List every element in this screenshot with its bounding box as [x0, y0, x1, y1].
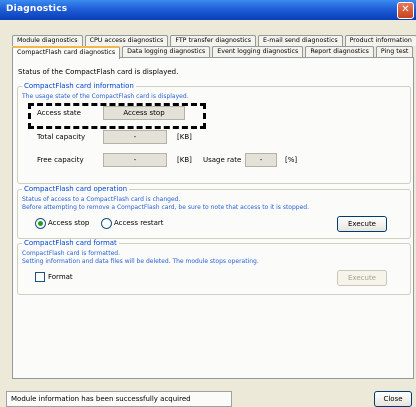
tab-event-logging-diagnostics[interactable]: Event logging diagnostics — [212, 46, 304, 57]
tab-cpu-access-diagnostics[interactable]: CPU access diagnostics — [84, 35, 169, 46]
access-stop-label[interactable]: Access stop — [48, 219, 89, 227]
operation-execute-button[interactable]: Execute — [337, 216, 387, 232]
access-stop-radio[interactable] — [35, 218, 46, 229]
card-operation-desc-1: Status of access to a CompactFlash card … — [22, 196, 181, 203]
format-checkbox[interactable] — [35, 272, 45, 282]
tab-row-1: Module diagnostics CPU access diagnostic… — [12, 35, 416, 46]
tab-email-send-diagnostics[interactable]: E-mail send diagnostics — [258, 35, 343, 46]
access-state-value: Access stop — [103, 106, 185, 120]
card-format-desc-2: Setting information and data files will … — [22, 258, 259, 265]
tab-row-2: CompactFlash card diagnostics Data loggi… — [12, 46, 415, 59]
tab-module-diagnostics[interactable]: Module diagnostics — [12, 35, 83, 46]
total-capacity-label: Total capacity — [37, 133, 86, 141]
format-execute-button[interactable]: Execute — [337, 270, 387, 286]
tab-product-information[interactable]: Product information — [344, 35, 416, 46]
card-format-desc-1: CompactFlash card is formatted. — [22, 250, 121, 257]
tab-compactflash-card-diagnostics[interactable]: CompactFlash card diagnostics — [12, 46, 121, 59]
window-title: Diagnostics — [6, 4, 68, 14]
tab-data-logging-diagnostics[interactable]: Data logging diagnostics — [122, 46, 211, 57]
card-format-group: CompactFlash card format — [17, 239, 411, 295]
title-bar: Diagnostics ✕ — [0, 0, 416, 21]
format-checkbox-label[interactable]: Format — [48, 273, 73, 281]
card-info-legend: CompactFlash card information — [24, 82, 134, 90]
tab-report-diagnostics[interactable]: Report diagnostics — [305, 46, 374, 57]
access-restart-radio[interactable] — [101, 218, 112, 229]
tab-ping-test[interactable]: Ping test — [375, 46, 414, 57]
panel-status-text: Status of the CompactFlash card is displ… — [18, 68, 179, 76]
window-close-button[interactable]: ✕ — [397, 2, 414, 19]
total-capacity-unit: [KB] — [177, 133, 192, 141]
usage-rate-unit: [%] — [285, 156, 298, 164]
close-icon: ✕ — [401, 4, 410, 15]
access-restart-label[interactable]: Access restart — [114, 219, 164, 227]
card-operation-desc-2: Before attempting to remove a CompactFla… — [22, 204, 310, 211]
card-operation-legend: CompactFlash card operation — [24, 185, 128, 193]
free-capacity-label: Free capacity — [37, 156, 84, 164]
dialog-body: Module diagnostics CPU access diagnostic… — [0, 20, 416, 407]
tab-panel: Status of the CompactFlash card is displ… — [12, 57, 414, 379]
usage-rate-value: - — [245, 153, 277, 167]
total-capacity-value: - — [103, 130, 167, 144]
free-capacity-value: - — [103, 153, 167, 167]
card-info-description: The usage state of the CompactFlash card… — [22, 93, 189, 100]
usage-rate-label: Usage rate — [203, 156, 242, 164]
access-state-label: Access state — [37, 109, 81, 117]
status-bar-message: Module information has been successfully… — [6, 391, 232, 407]
close-button[interactable]: Close — [374, 391, 412, 407]
card-format-legend: CompactFlash card format — [24, 239, 117, 247]
tab-ftp-transfer-diagnostics[interactable]: FTP transfer diagnostics — [170, 35, 257, 46]
free-capacity-unit: [KB] — [177, 156, 192, 164]
